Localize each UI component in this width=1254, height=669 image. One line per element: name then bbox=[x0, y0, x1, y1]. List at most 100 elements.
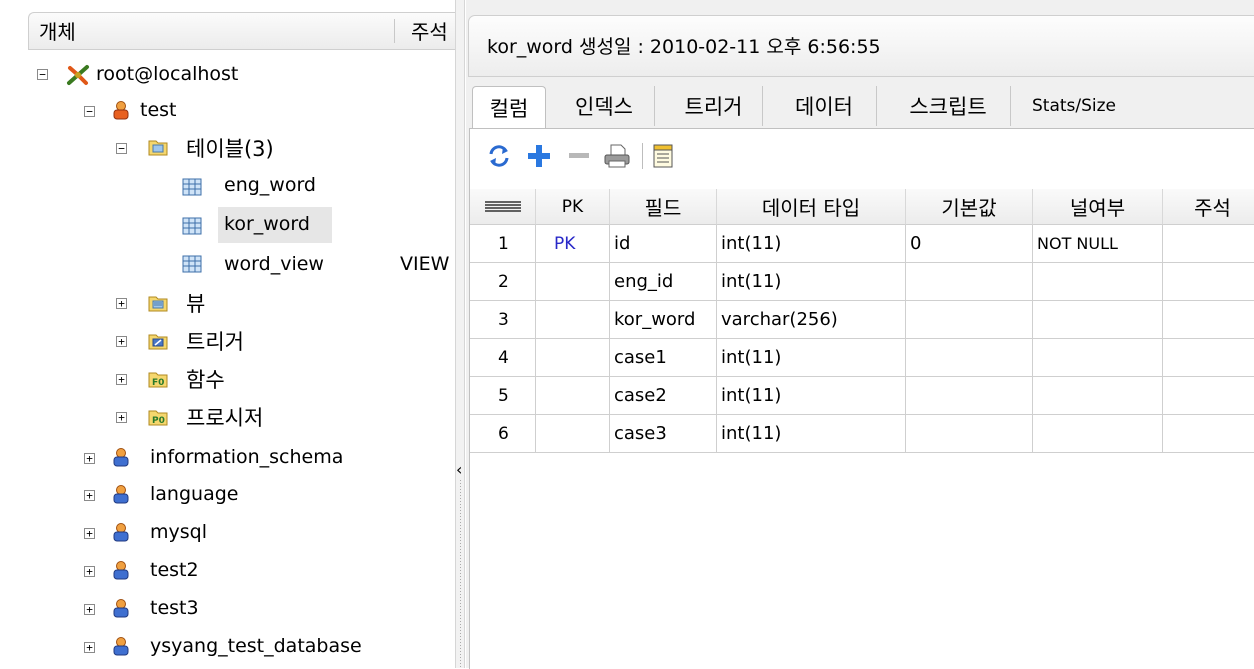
properties-button[interactable] bbox=[648, 141, 678, 171]
grid-cell-pk[interactable] bbox=[536, 415, 610, 453]
grid-cell-data-type[interactable]: int(11) bbox=[717, 263, 906, 301]
tree-node-db-test2[interactable]: + test2 bbox=[0, 553, 455, 589]
tree-comment: VIEW bbox=[400, 253, 450, 275]
expand-toggle[interactable]: + bbox=[84, 490, 95, 501]
tree-node-db-mysql[interactable]: + mysql bbox=[0, 515, 455, 551]
tree-label: 트리거 bbox=[186, 330, 244, 354]
grid-cell-default-value[interactable]: 0 bbox=[906, 225, 1033, 263]
expand-toggle[interactable]: + bbox=[84, 604, 95, 615]
grid-cell-pk[interactable] bbox=[536, 301, 610, 339]
tree-node-table-kor-word[interactable]: kor_word bbox=[0, 207, 455, 243]
tab-stats-size[interactable]: Stats/Size bbox=[1015, 86, 1133, 126]
expand-toggle[interactable]: + bbox=[116, 336, 127, 347]
grid-cell-default-value[interactable] bbox=[906, 339, 1033, 377]
tree-node-table-eng-word[interactable]: eng_word bbox=[0, 169, 455, 205]
grid-cell-nullable[interactable] bbox=[1033, 263, 1163, 301]
tree-node-db-test[interactable]: − test bbox=[0, 93, 455, 129]
expand-toggle[interactable]: + bbox=[84, 642, 95, 653]
grid-cell-row-number[interactable]: 2 bbox=[470, 263, 536, 301]
grid-cell-row-number[interactable]: 1 bbox=[470, 225, 536, 263]
grid-cell-nullable[interactable] bbox=[1033, 377, 1163, 415]
tree-node-db-ysyang[interactable]: + ysyang_test_database bbox=[0, 629, 455, 665]
grid-cell-row-number[interactable]: 5 bbox=[470, 377, 536, 415]
header-divider[interactable] bbox=[394, 19, 395, 43]
grid-cell-pk[interactable] bbox=[536, 377, 610, 415]
expand-toggle[interactable]: + bbox=[116, 412, 127, 423]
grid-cell-field-name[interactable]: case3 bbox=[610, 415, 717, 453]
tab-script[interactable]: 스크립트 bbox=[886, 86, 1011, 126]
grid-cell-data-type[interactable]: int(11) bbox=[717, 225, 906, 263]
tree-node-procedures-folder[interactable]: + P0 프로시저 bbox=[0, 399, 455, 435]
splitter-grip[interactable] bbox=[460, 480, 461, 668]
grid-cell-comment[interactable] bbox=[1163, 415, 1254, 453]
grid-cell-field-name[interactable]: kor_word bbox=[610, 301, 717, 339]
collapse-toggle[interactable]: − bbox=[37, 69, 48, 80]
grid-cell-nullable[interactable] bbox=[1033, 415, 1163, 453]
grid-cell-pk[interactable] bbox=[536, 263, 610, 301]
column-header-pk[interactable]: PK bbox=[536, 189, 610, 225]
column-header-data-type[interactable]: 데이터 타입 bbox=[717, 189, 906, 225]
database-user-icon bbox=[113, 485, 129, 504]
add-column-button[interactable] bbox=[524, 141, 554, 171]
grid-cell-row-number[interactable]: 3 bbox=[470, 301, 536, 339]
grid-cell-default-value[interactable] bbox=[906, 415, 1033, 453]
grid-cell-comment[interactable] bbox=[1163, 263, 1254, 301]
grid-cell-field-name[interactable]: case2 bbox=[610, 377, 717, 415]
tree-node-triggers-folder[interactable]: + 트리거 bbox=[0, 323, 455, 359]
tab-data[interactable]: 데이터 bbox=[772, 86, 877, 126]
grid-cell-row-number[interactable]: 4 bbox=[470, 339, 536, 377]
expand-toggle[interactable]: + bbox=[116, 374, 127, 385]
grid-cell-nullable[interactable]: NOT NULL bbox=[1033, 225, 1163, 263]
grid-cell-nullable[interactable] bbox=[1033, 339, 1163, 377]
tree-node-functions-folder[interactable]: + F0 함수 bbox=[0, 361, 455, 397]
collapse-toggle[interactable]: − bbox=[84, 106, 95, 117]
grid-cell-default-value[interactable] bbox=[906, 301, 1033, 339]
tree-node-views-folder[interactable]: + 뷰 bbox=[0, 285, 455, 321]
tree-label: eng_word bbox=[224, 174, 316, 196]
grid-cell-comment[interactable] bbox=[1163, 377, 1254, 415]
tree-node-db-information-schema[interactable]: + information_schema bbox=[0, 440, 455, 476]
tree-node-tables-folder[interactable]: − 테이블(3) bbox=[0, 130, 455, 166]
expand-toggle[interactable]: + bbox=[116, 298, 127, 309]
tree-node-db-test3[interactable]: + test3 bbox=[0, 591, 455, 627]
collapse-arrow-icon[interactable]: ‹ bbox=[456, 460, 462, 479]
column-header-field-name[interactable]: 필드 bbox=[610, 189, 717, 225]
remove-column-button[interactable] bbox=[564, 141, 594, 171]
print-button[interactable] bbox=[602, 141, 632, 171]
grid-cell-field-name[interactable]: eng_id bbox=[610, 263, 717, 301]
grid-cell-default-value[interactable] bbox=[906, 377, 1033, 415]
tab-columns[interactable]: 컬럼 bbox=[472, 86, 546, 129]
grid-cell-pk[interactable]: PK bbox=[536, 225, 610, 263]
grid-cell-row-number[interactable]: 6 bbox=[470, 415, 536, 453]
grid-cell-data-type[interactable]: int(11) bbox=[717, 415, 906, 453]
tree-node-table-word-view[interactable]: word_view VIEW bbox=[0, 246, 455, 282]
tree-header-object[interactable]: 개체 bbox=[39, 16, 76, 45]
grid-cell-pk[interactable] bbox=[536, 339, 610, 377]
column-header-nullable[interactable]: 널여부 bbox=[1033, 189, 1163, 225]
panel-splitter[interactable]: ‹ bbox=[455, 0, 465, 668]
column-header-comment[interactable]: 주석 bbox=[1163, 189, 1254, 225]
refresh-button[interactable] bbox=[484, 141, 514, 171]
tree-header-comment[interactable]: 주석 bbox=[411, 16, 448, 45]
grid-corner[interactable] bbox=[470, 189, 536, 225]
tree-node-db-language[interactable]: + language bbox=[0, 477, 455, 513]
column-header-default-value[interactable]: 기본값 bbox=[906, 189, 1033, 225]
grid-cell-default-value[interactable] bbox=[906, 263, 1033, 301]
grid-cell-field-name[interactable]: id bbox=[610, 225, 717, 263]
grid-cell-data-type[interactable]: int(11) bbox=[717, 339, 906, 377]
collapse-toggle[interactable]: − bbox=[116, 143, 127, 154]
grid-cell-nullable[interactable] bbox=[1033, 301, 1163, 339]
grid-cell-comment[interactable] bbox=[1163, 339, 1254, 377]
grid-cell-comment[interactable] bbox=[1163, 225, 1254, 263]
tab-triggers[interactable]: 트리거 bbox=[665, 86, 763, 126]
grid-cell-comment[interactable] bbox=[1163, 301, 1254, 339]
expand-toggle[interactable]: + bbox=[84, 528, 95, 539]
expand-toggle[interactable]: + bbox=[84, 453, 95, 464]
tree-node-server[interactable]: − root@localhost bbox=[0, 57, 455, 93]
tab-indexes[interactable]: 인덱스 bbox=[554, 86, 655, 126]
grid-cell-field-name[interactable]: case1 bbox=[610, 339, 717, 377]
expand-toggle[interactable]: + bbox=[84, 566, 95, 577]
grid-cell-data-type[interactable]: int(11) bbox=[717, 377, 906, 415]
grid-cell-data-type[interactable]: varchar(256) bbox=[717, 301, 906, 339]
detail-tabs: 컬럼 인덱스 트리거 데이터 스크립트 Stats/Size bbox=[472, 86, 1254, 129]
